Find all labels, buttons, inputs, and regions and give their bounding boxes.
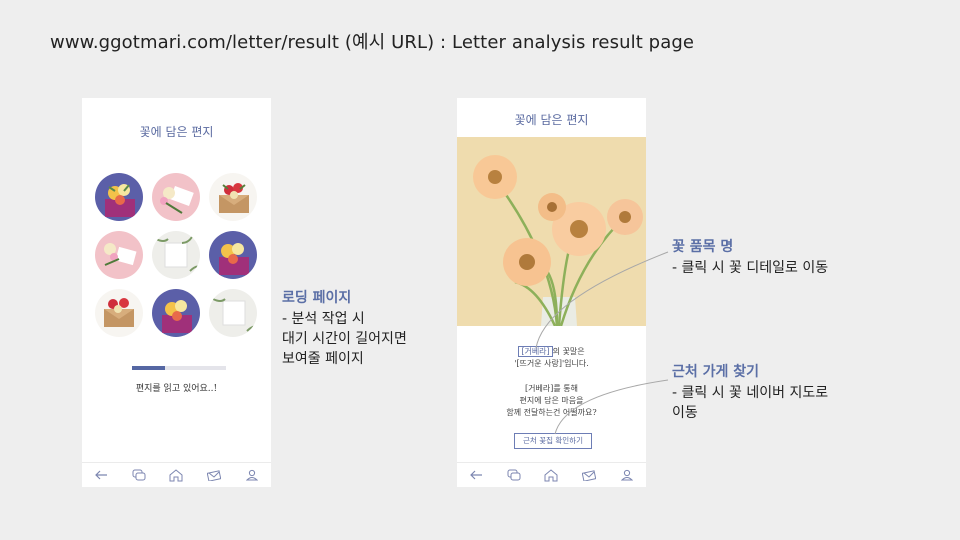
annotation-store-line-2: 이동 — [672, 405, 698, 421]
annotation-loading-line-2: 대기 시간이 길어지면 — [282, 331, 407, 347]
annotation-flower-line-1: - 클릭 시 꽃 디테일로 이동 — [672, 260, 829, 276]
annotation-loading-line-1: - 분석 작업 시 — [282, 311, 365, 327]
annotation-flower-title: 꽃 품목 명 — [672, 239, 734, 255]
annotation-store-body: - 클릭 시 꽃 네이버 지도로 이동 — [672, 383, 828, 423]
annotation-loading-body: - 분석 작업 시 대기 시간이 길어지면 보여줄 페이지 — [282, 309, 407, 369]
annotation-store-line-1: - 클릭 시 꽃 네이버 지도로 — [672, 385, 829, 401]
annotation-loading-line-3: 보여줄 페이지 — [282, 351, 364, 367]
annotation-flower-body: - 클릭 시 꽃 디테일로 이동 — [672, 258, 828, 278]
annotation-loading-title: 로딩 페이지 — [282, 290, 352, 306]
annotation-store-title: 근처 가게 찾기 — [672, 364, 760, 380]
